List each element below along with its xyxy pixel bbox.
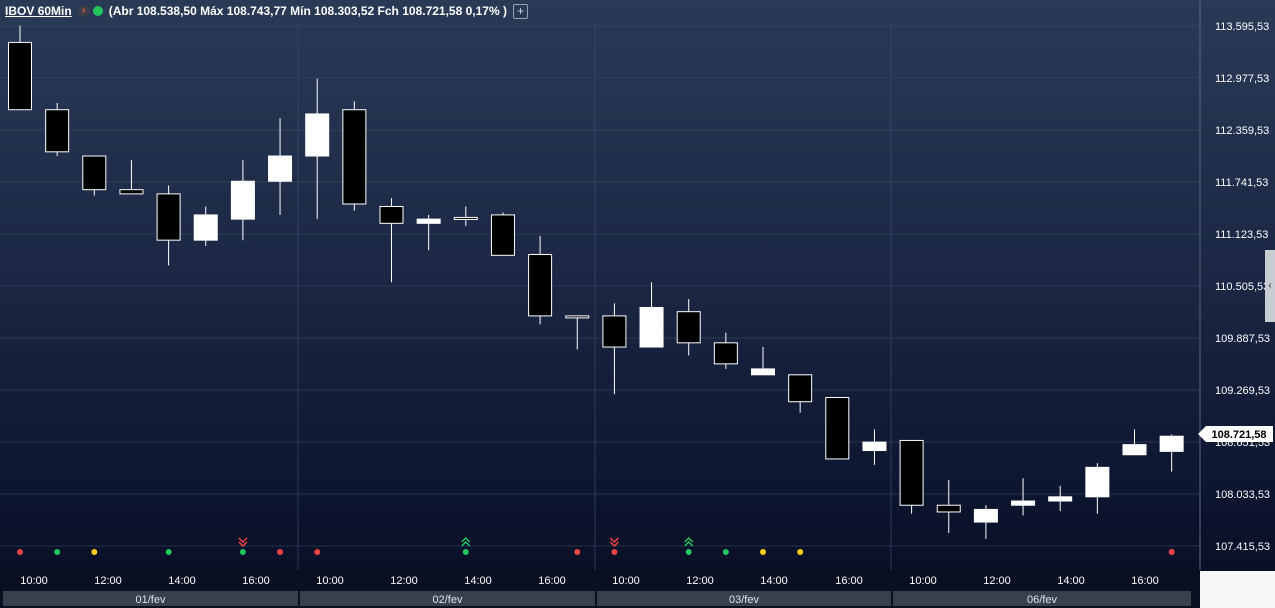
right-corner-panel <box>1200 571 1275 608</box>
chart-window: IBOV 60Min › (Abr 108.538,50 Máx 108.743… <box>0 0 1275 608</box>
candle-body[interactable] <box>45 109 70 153</box>
candle-body[interactable] <box>1159 435 1184 452</box>
time-tick-label: 10:00 <box>909 575 937 587</box>
candle-body[interactable] <box>342 109 367 205</box>
candle-body[interactable] <box>1011 500 1036 506</box>
last-price-label: 108.721,58 <box>1211 429 1266 441</box>
price-tick-label: 109.269,53 <box>1215 385 1270 397</box>
double-chevron-up-icon <box>684 536 694 547</box>
candle-body[interactable] <box>676 311 701 344</box>
price-tick-label: 112.359,53 <box>1215 125 1269 137</box>
candle-body[interactable] <box>751 368 775 376</box>
price-tick-label: 112.977,53 <box>1215 73 1269 85</box>
candle-body[interactable] <box>193 214 218 241</box>
candle-body[interactable] <box>713 342 738 365</box>
candle-body[interactable] <box>1048 496 1073 502</box>
signal-dot <box>685 549 692 555</box>
signal-dot <box>314 549 321 555</box>
time-tick-label: 12:00 <box>983 575 1011 587</box>
signal-dot <box>17 549 23 555</box>
candle-body[interactable] <box>453 216 478 220</box>
candle-body[interactable] <box>825 397 850 460</box>
signal-dot <box>462 549 469 555</box>
time-tick-label: 16:00 <box>242 575 270 587</box>
candle-body[interactable] <box>528 253 553 317</box>
price-tick-label: 110.505,53 <box>1215 281 1269 293</box>
time-tick-label: 12:00 <box>390 575 418 587</box>
candle-body[interactable] <box>639 306 664 348</box>
price-tick-label: 111.123,53 <box>1215 229 1268 241</box>
candle-body[interactable] <box>416 218 441 224</box>
time-tick-label: 10:00 <box>612 575 640 587</box>
candle-body[interactable] <box>565 315 590 319</box>
time-tick-label: 16:00 <box>538 575 566 587</box>
price-tick-label: 113.595,53 <box>1215 21 1269 33</box>
price-tick-label: 108.033,53 <box>1215 489 1270 501</box>
signal-dot <box>91 549 98 555</box>
signal-dot <box>277 549 284 555</box>
candle-body[interactable] <box>268 155 293 182</box>
signal-dot <box>165 549 172 555</box>
candle-body[interactable] <box>119 189 144 195</box>
price-tick-label: 111.741,53 <box>1215 177 1268 189</box>
time-tick-label: 14:00 <box>1057 575 1085 587</box>
candle-body[interactable] <box>1122 444 1147 456</box>
candle-body[interactable] <box>1085 466 1110 498</box>
time-tick-label: 14:00 <box>168 575 196 587</box>
double-chevron-up-icon <box>461 536 471 547</box>
candle-body[interactable] <box>973 508 998 523</box>
day-label: 01/fev <box>136 594 166 606</box>
day-label: 03/fev <box>729 594 759 606</box>
time-tick-label: 16:00 <box>1131 575 1159 587</box>
candle-body[interactable] <box>602 315 627 348</box>
time-tick-label: 12:00 <box>94 575 122 587</box>
candle-body[interactable] <box>788 374 813 403</box>
time-tick-label: 10:00 <box>20 575 48 587</box>
signal-dot <box>722 549 729 555</box>
time-tick-label: 12:00 <box>686 575 714 587</box>
signal-dot <box>239 549 246 555</box>
signal-dot <box>1168 549 1175 555</box>
collapse-panel-handle[interactable]: ‹ <box>1265 250 1275 322</box>
signal-dot <box>611 549 618 555</box>
signal-dot <box>760 549 766 555</box>
candle-body[interactable] <box>862 441 887 452</box>
candle-body[interactable] <box>490 214 515 256</box>
day-label: 02/fev <box>433 594 463 606</box>
price-tick-label: 109.887,53 <box>1215 333 1270 345</box>
candle-body[interactable] <box>936 504 961 513</box>
candle-body[interactable] <box>379 206 404 224</box>
candle-body[interactable] <box>82 155 107 191</box>
double-chevron-down-icon <box>609 537 619 548</box>
candle-body[interactable] <box>230 180 255 220</box>
candlestick-chart[interactable]: 113.595,53 112.977,53 112.359,53 111.741,53… <box>0 0 1275 608</box>
time-tick-label: 14:00 <box>464 575 492 587</box>
signal-dot <box>54 549 61 555</box>
time-tick-label: 10:00 <box>316 575 344 587</box>
candle-body[interactable] <box>8 41 32 111</box>
signal-dot <box>574 549 581 555</box>
price-tick-label: 107.415,53 <box>1215 541 1270 553</box>
day-label: 06/fev <box>1027 594 1057 606</box>
candle-body[interactable] <box>899 439 924 506</box>
signal-dot <box>797 549 804 555</box>
candle-body[interactable] <box>305 113 330 157</box>
candle-body[interactable] <box>156 193 181 241</box>
double-chevron-down-icon <box>238 537 248 548</box>
time-tick-label: 14:00 <box>760 575 788 587</box>
time-tick-label: 16:00 <box>835 575 863 587</box>
